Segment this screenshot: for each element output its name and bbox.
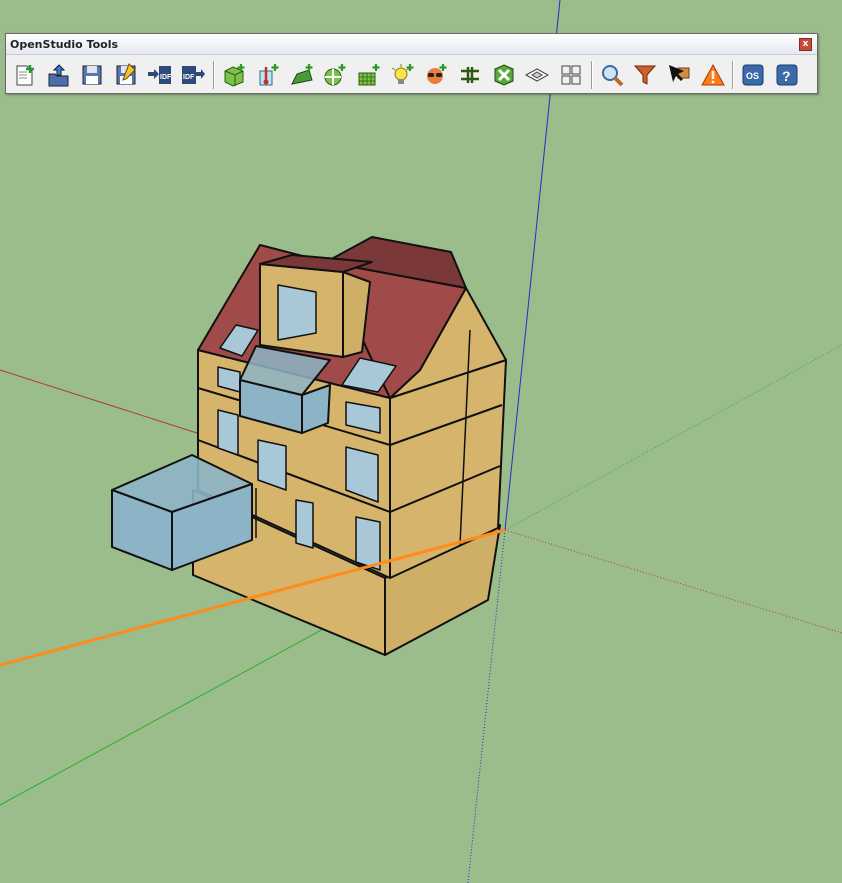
new-luminaire-icon: [427, 64, 447, 84]
new-space-icon: [224, 64, 245, 87]
building-model[interactable]: [111, 236, 507, 656]
window-0-2: [355, 516, 381, 571]
new-illuminance-map-button[interactable]: [388, 60, 418, 90]
toolbar-separator: [732, 61, 734, 89]
space-diagram-icon: [561, 65, 581, 85]
new-thermal-zone-icon: [259, 64, 279, 86]
new-file-button[interactable]: [10, 60, 40, 90]
red-axis-negative: [504, 529, 842, 634]
svg-text:IDF: IDF: [160, 74, 172, 81]
red-axis: [0, 369, 201, 435]
import-idf-button[interactable]: IDF: [178, 60, 208, 90]
import-icon: [48, 64, 69, 87]
new-shading-button[interactable]: [287, 60, 317, 90]
new-daylighting-control-button[interactable]: [354, 60, 384, 90]
dormer-window: [277, 284, 317, 341]
toolbar-separator: [590, 61, 592, 89]
space-diagram-button[interactable]: [556, 60, 586, 90]
toolbar-titlebar[interactable]: OpenStudio Tools x: [6, 34, 817, 55]
modeling-viewport[interactable]: [0, 0, 842, 883]
window-1-1: [217, 409, 239, 456]
svg-text:?: ?: [782, 68, 791, 84]
new-shading-icon: [290, 64, 313, 85]
save-icon: [82, 65, 102, 85]
new-interior-partition-button[interactable]: [320, 60, 350, 90]
export-idf-icon: IDF: [147, 66, 172, 84]
render-filter-button[interactable]: [630, 60, 660, 90]
select-tool-button[interactable]: [664, 60, 694, 90]
new-interior-partition-icon: [324, 64, 346, 86]
export-idf-button[interactable]: IDF: [145, 60, 175, 90]
new-thermal-zone-button[interactable]: [253, 60, 283, 90]
render-filter-icon: [634, 65, 657, 85]
surface-matching-button[interactable]: [489, 60, 519, 90]
new-glare-sensor-button[interactable]: [455, 60, 485, 90]
inspector-icon: [601, 65, 624, 87]
import-idf-icon: IDF: [182, 66, 206, 84]
surface-matching-icon: [494, 64, 514, 86]
project-loose-geometry-button[interactable]: [522, 60, 552, 90]
inspector-button[interactable]: [597, 60, 627, 90]
openstudio-toolbar[interactable]: OpenStudio Tools x IDF IDF OS ?: [5, 33, 818, 94]
import-button[interactable]: [44, 60, 74, 90]
toolbar-separator: [213, 61, 215, 89]
new-file-icon: [16, 65, 34, 86]
new-glare-sensor-icon: [460, 67, 479, 83]
openstudio-app-button[interactable]: OS: [738, 60, 768, 90]
warning-button[interactable]: [698, 60, 728, 90]
window-0-1: [295, 499, 314, 549]
svg-text:OS: OS: [746, 71, 759, 81]
help-button[interactable]: ?: [772, 60, 802, 90]
green-axis-negative: [504, 344, 842, 531]
project-loose-geometry-icon: [525, 68, 550, 82]
new-daylighting-control-icon: [358, 64, 380, 86]
save-as-icon: [116, 63, 136, 85]
svg-text:IDF: IDF: [183, 74, 195, 81]
new-illuminance-map-icon: [391, 64, 414, 84]
openstudio-app-icon: OS: [742, 64, 764, 86]
close-icon[interactable]: x: [799, 38, 812, 51]
warning-icon: [700, 63, 725, 86]
toolbar-buttons: IDF IDF OS ?: [10, 59, 806, 91]
new-luminaire-button[interactable]: [421, 60, 451, 90]
toolbar-title: OpenStudio Tools: [10, 38, 119, 51]
new-space-button[interactable]: [219, 60, 249, 90]
help-icon: ?: [776, 64, 798, 86]
save-as-button[interactable]: [111, 60, 141, 90]
select-tool-icon: [669, 65, 690, 82]
save-button[interactable]: [77, 60, 107, 90]
